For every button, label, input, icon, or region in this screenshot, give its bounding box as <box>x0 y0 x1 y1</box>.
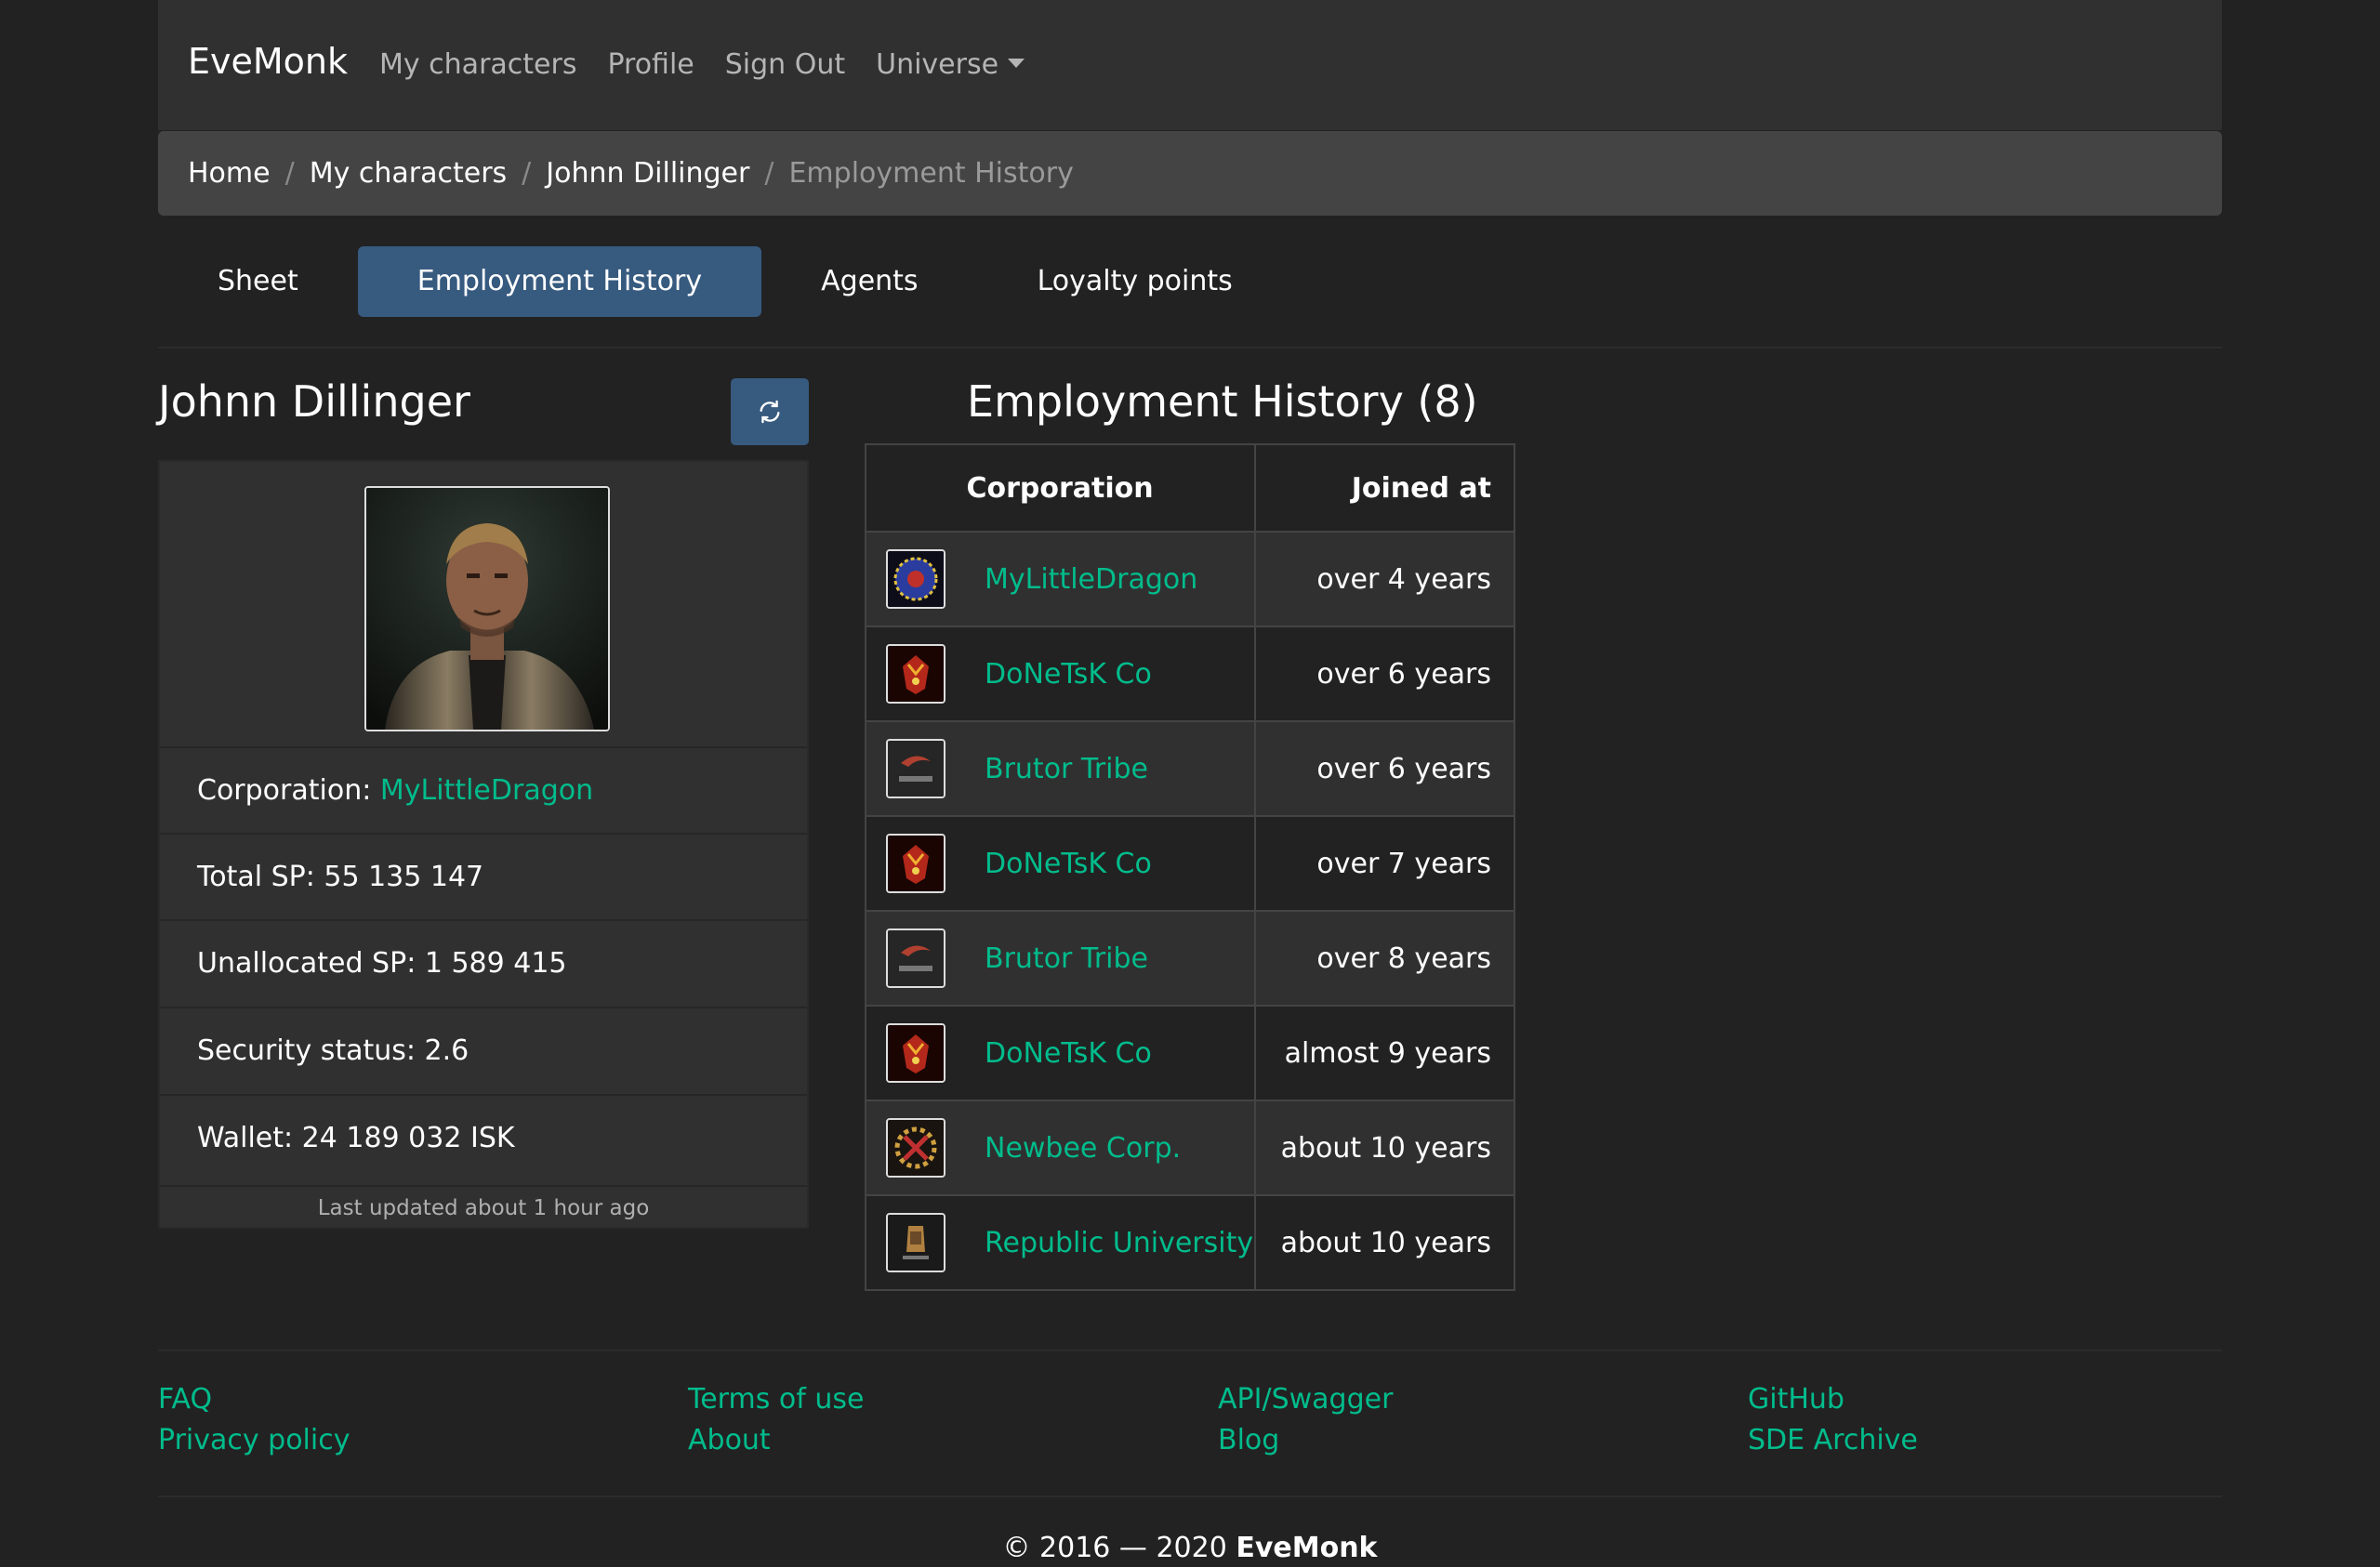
copyright: © 2016 — 2020 EveMonk <box>0 1532 2380 1564</box>
donetsk-logo-icon <box>886 834 945 893</box>
last-updated: Last updated about 1 hour ago <box>160 1185 807 1231</box>
table-row: DoNeTsK Co over 7 years <box>864 815 1515 912</box>
table-row: MyLittleDragon over 4 years <box>864 531 1515 627</box>
footer-link-about[interactable]: About <box>688 1426 864 1455</box>
brutor-logo-icon <box>886 928 945 988</box>
breadcrumb-separator: / <box>284 157 295 190</box>
unallocated-sp-item: Unallocated SP: 1 589 415 <box>160 919 807 1006</box>
footer-link-faq[interactable]: FAQ <box>158 1385 350 1415</box>
corporation-link[interactable]: MyLittleDragon <box>380 774 593 807</box>
corporation-link[interactable]: Newbee Corp. <box>985 1132 1181 1165</box>
footer-divider <box>158 1350 2222 1351</box>
refresh-button[interactable] <box>731 378 809 445</box>
footer-column: Terms of use About <box>688 1385 864 1455</box>
footer-column: GitHub SDE Archive <box>1748 1385 1918 1455</box>
nav-universe-label: Universe <box>876 48 999 81</box>
joined-at-cell: about 10 years <box>1254 1100 1515 1196</box>
joined-at-cell: about 10 years <box>1254 1194 1515 1291</box>
breadcrumb-current: Employment History <box>788 157 1074 190</box>
portrait-image <box>366 488 608 730</box>
donetsk-logo-icon <box>886 644 945 704</box>
corporation-link[interactable]: DoNeTsK Co <box>985 1037 1152 1070</box>
table-row: DoNeTsK Co almost 9 years <box>864 1005 1515 1101</box>
joined-at-cell: over 8 years <box>1254 910 1515 1007</box>
corporation-label: Corporation: <box>197 774 372 807</box>
corporation-item: Corporation: MyLittleDragon <box>160 746 807 833</box>
corporation-link[interactable]: DoNeTsK Co <box>985 848 1152 880</box>
nav-sign-out[interactable]: Sign Out <box>725 48 845 81</box>
footer-link-sde-archive[interactable]: SDE Archive <box>1748 1426 1918 1455</box>
total-sp-item: Total SP: 55 135 147 <box>160 833 807 919</box>
donetsk-logo-icon <box>886 1023 945 1083</box>
footer-link-terms-of-use[interactable]: Terms of use <box>688 1385 864 1415</box>
employment-table: Corporation Joined at MyLittleDragon ove… <box>864 443 1515 1291</box>
breadcrumb-separator: / <box>522 157 532 190</box>
brand-logo[interactable]: EveMonk <box>188 41 348 82</box>
tab-agents[interactable]: Agents <box>761 246 977 317</box>
joined-at-cell: over 6 years <box>1254 720 1515 817</box>
breadcrumb-home[interactable]: Home <box>188 157 271 190</box>
tab-sheet[interactable]: Sheet <box>158 246 358 317</box>
character-name: Johnn Dillinger <box>158 376 470 427</box>
divider <box>158 347 2222 349</box>
joined-at-cell: over 4 years <box>1254 531 1515 627</box>
table-row: Republic University about 10 years <box>864 1194 1515 1291</box>
nav-profile[interactable]: Profile <box>607 48 694 81</box>
nav-universe-dropdown[interactable]: Universe <box>876 48 1025 81</box>
tab-loyalty-points[interactable]: Loyalty points <box>978 246 1292 317</box>
tab-bar: Sheet Employment History Agents Loyalty … <box>158 246 1292 317</box>
tab-employment-history[interactable]: Employment History <box>357 246 762 317</box>
nav-links: My characters Profile Sign Out Universe <box>379 48 1025 81</box>
footer-divider <box>158 1495 2222 1497</box>
joined-at-cell: over 7 years <box>1254 815 1515 912</box>
table-row: DoNeTsK Co over 6 years <box>864 625 1515 722</box>
footer-column: FAQ Privacy policy <box>158 1385 350 1455</box>
refresh-icon <box>760 400 780 424</box>
security-status-item: Security status: 2.6 <box>160 1007 807 1093</box>
navbar: EveMonk My characters Profile Sign Out U… <box>158 0 2222 130</box>
footer-link-github[interactable]: GitHub <box>1748 1385 1918 1415</box>
corporation-link[interactable]: Republic University <box>985 1227 1253 1259</box>
corporation-link[interactable]: Brutor Tribe <box>985 942 1148 975</box>
footer-link-api-swagger[interactable]: API/Swagger <box>1218 1385 1393 1415</box>
nav-my-characters[interactable]: My characters <box>379 48 576 81</box>
table-row: Newbee Corp. about 10 years <box>864 1100 1515 1196</box>
column-header-joined-at: Joined at <box>1254 443 1515 533</box>
caret-down-icon <box>1008 58 1025 68</box>
mylittledragon-logo-icon <box>886 549 945 609</box>
breadcrumb-separator: / <box>764 157 774 190</box>
corporation-link[interactable]: MyLittleDragon <box>985 563 1197 596</box>
republic-university-logo-icon <box>886 1213 945 1272</box>
table-header-row: Corporation Joined at <box>864 443 1515 533</box>
brutor-logo-icon <box>886 739 945 798</box>
footer-link-blog[interactable]: Blog <box>1218 1426 1393 1455</box>
corporation-link[interactable]: DoNeTsK Co <box>985 658 1152 691</box>
column-header-corporation: Corporation <box>864 443 1257 533</box>
footer-column: API/Swagger Blog <box>1218 1385 1393 1455</box>
employment-history-title: Employment History (8) <box>967 376 1478 427</box>
character-card: Corporation: MyLittleDragon Total SP: 55… <box>158 460 809 1229</box>
joined-at-cell: almost 9 years <box>1254 1005 1515 1101</box>
corporation-link[interactable]: Brutor Tribe <box>985 753 1148 785</box>
copyright-brand: EveMonk <box>1236 1532 1378 1564</box>
table-row: Brutor Tribe over 8 years <box>864 910 1515 1007</box>
character-portrait <box>364 486 610 731</box>
copyright-text: © 2016 — 2020 <box>1002 1532 1236 1564</box>
breadcrumb: Home / My characters / Johnn Dillinger /… <box>158 131 2222 216</box>
joined-at-cell: over 6 years <box>1254 625 1515 722</box>
table-row: Brutor Tribe over 6 years <box>864 720 1515 817</box>
footer-link-privacy-policy[interactable]: Privacy policy <box>158 1426 350 1455</box>
breadcrumb-my-characters[interactable]: My characters <box>310 157 507 190</box>
newbee-logo-icon <box>886 1118 945 1178</box>
breadcrumb-character[interactable]: Johnn Dillinger <box>546 157 749 190</box>
wallet-item: Wallet: 24 189 032 ISK <box>160 1094 807 1180</box>
